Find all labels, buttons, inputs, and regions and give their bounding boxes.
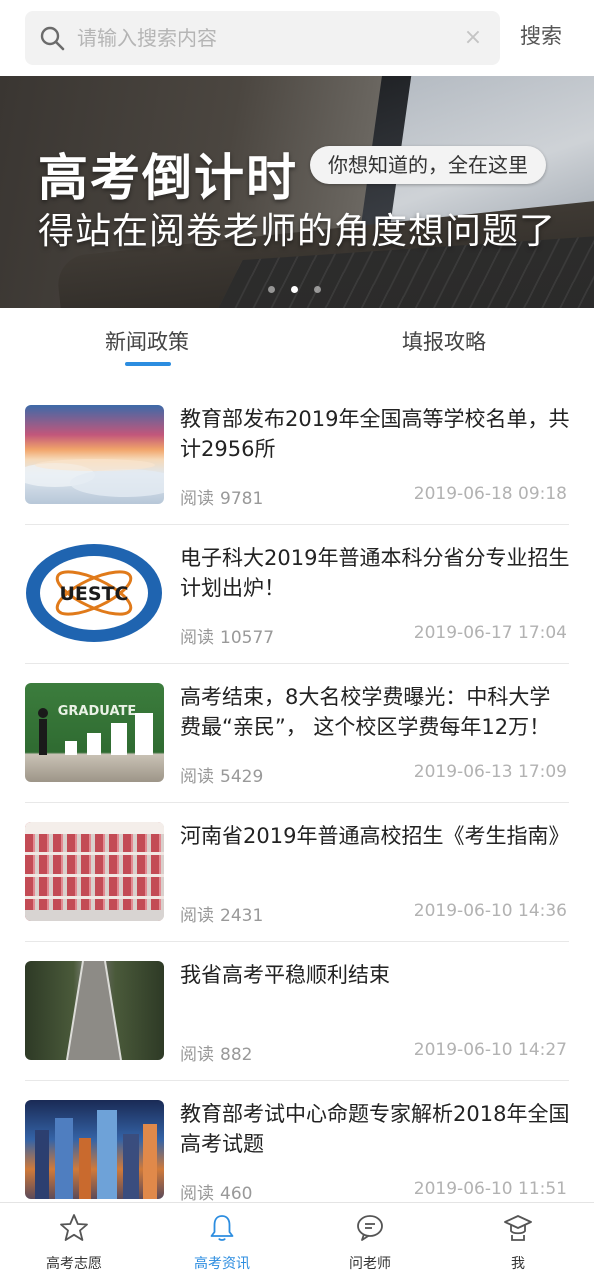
search-box[interactable]: × xyxy=(25,11,500,65)
news-reads: 阅读 460 xyxy=(180,1179,252,1204)
list-item[interactable]: 河南省2019年普通高校招生《考生指南》 阅读 2431 2019-06-10 1… xyxy=(25,803,569,942)
graduate-cap-icon xyxy=(504,1215,532,1241)
list-item[interactable]: UESTC 电子科大2019年普通本科分省分专业招生计划出炉！ 阅读 10577 … xyxy=(25,525,569,664)
news-date: 2019-06-10 14:36 xyxy=(413,901,567,921)
nav-label: 高考资讯 xyxy=(194,1256,250,1272)
bridge-image xyxy=(66,961,122,1060)
carousel-dot[interactable] xyxy=(268,286,275,293)
search-button[interactable]: 搜索 xyxy=(520,20,562,50)
news-date: 2019-06-17 17:04 xyxy=(413,623,567,643)
news-title: 河南省2019年普通高校招生《考生指南》 xyxy=(180,824,570,848)
reads-label: 阅读 xyxy=(180,1184,214,1204)
nav-item-ask-teacher[interactable]: 问老师 xyxy=(296,1203,444,1281)
news-date: 2019-06-10 11:51 xyxy=(413,1179,567,1199)
reads-label: 阅读 xyxy=(180,489,214,509)
news-thumbnail xyxy=(25,1100,164,1199)
news-title: 我省高考平稳顺利结束 xyxy=(180,963,390,987)
search-input[interactable] xyxy=(77,11,447,65)
close-icon[interactable]: × xyxy=(463,27,483,49)
tab-bar: 新闻政策 填报攻略 xyxy=(0,308,594,370)
reads-count: 2431 xyxy=(220,906,264,926)
star-icon xyxy=(60,1214,88,1241)
banner-title: 高考倒计时 xyxy=(38,149,298,207)
reads-label: 阅读 xyxy=(180,1045,214,1065)
carousel-dot[interactable] xyxy=(314,286,321,293)
uestc-logo-image: UESTC xyxy=(25,544,164,643)
city-image xyxy=(35,1110,157,1199)
carousel-dots xyxy=(268,286,321,293)
graduate-image-text: GRADUATE xyxy=(58,704,137,719)
news-thumbnail xyxy=(25,405,164,504)
banner-subtitle: 得站在阅卷老师的角度想问题了 xyxy=(38,211,557,252)
news-thumbnail: GRADUATE xyxy=(25,683,164,782)
banner-carousel[interactable]: 高考倒计时 你想知道的，全在这里 得站在阅卷老师的角度想问题了 xyxy=(0,76,594,308)
reads-count: 460 xyxy=(220,1184,253,1204)
carousel-dot-active[interactable] xyxy=(291,286,298,293)
search-icon xyxy=(40,26,65,51)
news-thumbnail: UESTC xyxy=(25,544,164,643)
chat-icon xyxy=(357,1215,383,1241)
reads-count: 10577 xyxy=(220,628,275,648)
nav-label: 我 xyxy=(511,1256,525,1272)
nav-label: 问老师 xyxy=(349,1256,391,1272)
reads-label: 阅读 xyxy=(180,767,214,787)
reads-count: 5429 xyxy=(220,767,264,787)
nav-label: 高考志愿 xyxy=(46,1256,102,1272)
news-reads: 阅读 10577 xyxy=(180,623,274,648)
search-bar: × 搜索 xyxy=(0,0,594,76)
news-reads: 阅读 882 xyxy=(180,1040,252,1065)
news-title: 教育部考试中心命题专家解析2018年全国高考试题 xyxy=(180,1102,570,1156)
list-item[interactable]: 教育部发布2019年全国高等学校名单，共计2956所 阅读 9781 2019-0… xyxy=(25,386,569,525)
bell-icon xyxy=(210,1215,234,1241)
nav-item-gaokao-news[interactable]: 高考资讯 xyxy=(148,1203,296,1281)
uestc-logo-text: UESTC xyxy=(60,583,129,605)
news-thumbnail xyxy=(25,822,164,921)
news-thumbnail xyxy=(25,961,164,1060)
tab-application-guide[interactable]: 填报攻略 xyxy=(402,326,486,356)
list-item[interactable]: 教育部考试中心命题专家解析2018年全国高考试题 阅读 460 2019-06-1… xyxy=(25,1081,569,1220)
reads-count: 9781 xyxy=(220,489,264,509)
nav-item-gaokao-choice[interactable]: 高考志愿 xyxy=(0,1203,148,1281)
list-item[interactable]: GRADUATE 高考结束，8大名校学费曝光：中科大学费最“亲民”， 这个校区学… xyxy=(25,664,569,803)
graduate-image: GRADUATE xyxy=(38,704,153,755)
news-reads: 阅读 2431 xyxy=(180,901,263,926)
banner-bubble: 你想知道的，全在这里 xyxy=(310,146,546,184)
news-title: 电子科大2019年普通本科分省分专业招生计划出炉！ xyxy=(180,546,570,600)
clouds-image xyxy=(25,459,164,497)
tab-active-indicator xyxy=(125,362,171,366)
news-title: 教育部发布2019年全国高等学校名单，共计2956所 xyxy=(180,407,570,461)
news-reads: 阅读 9781 xyxy=(180,484,263,509)
news-date: 2019-06-18 09:18 xyxy=(413,484,567,504)
news-title: 高考结束，8大名校学费曝光：中科大学费最“亲民”， 这个校区学费每年12万！ xyxy=(180,685,551,739)
bottom-nav: 高考志愿 高考资讯 问老师 我 xyxy=(0,1202,594,1281)
news-date: 2019-06-13 17:09 xyxy=(413,762,567,782)
reads-label: 阅读 xyxy=(180,906,214,926)
news-reads: 阅读 5429 xyxy=(180,762,263,787)
reads-count: 882 xyxy=(220,1045,253,1065)
library-image xyxy=(25,822,164,921)
news-date: 2019-06-10 14:27 xyxy=(413,1040,567,1060)
reads-label: 阅读 xyxy=(180,628,214,648)
tab-news-policy[interactable]: 新闻政策 xyxy=(105,326,189,356)
list-item[interactable]: 我省高考平稳顺利结束 阅读 882 2019-06-10 14:27 xyxy=(25,942,569,1081)
nav-item-me[interactable]: 我 xyxy=(444,1203,592,1281)
